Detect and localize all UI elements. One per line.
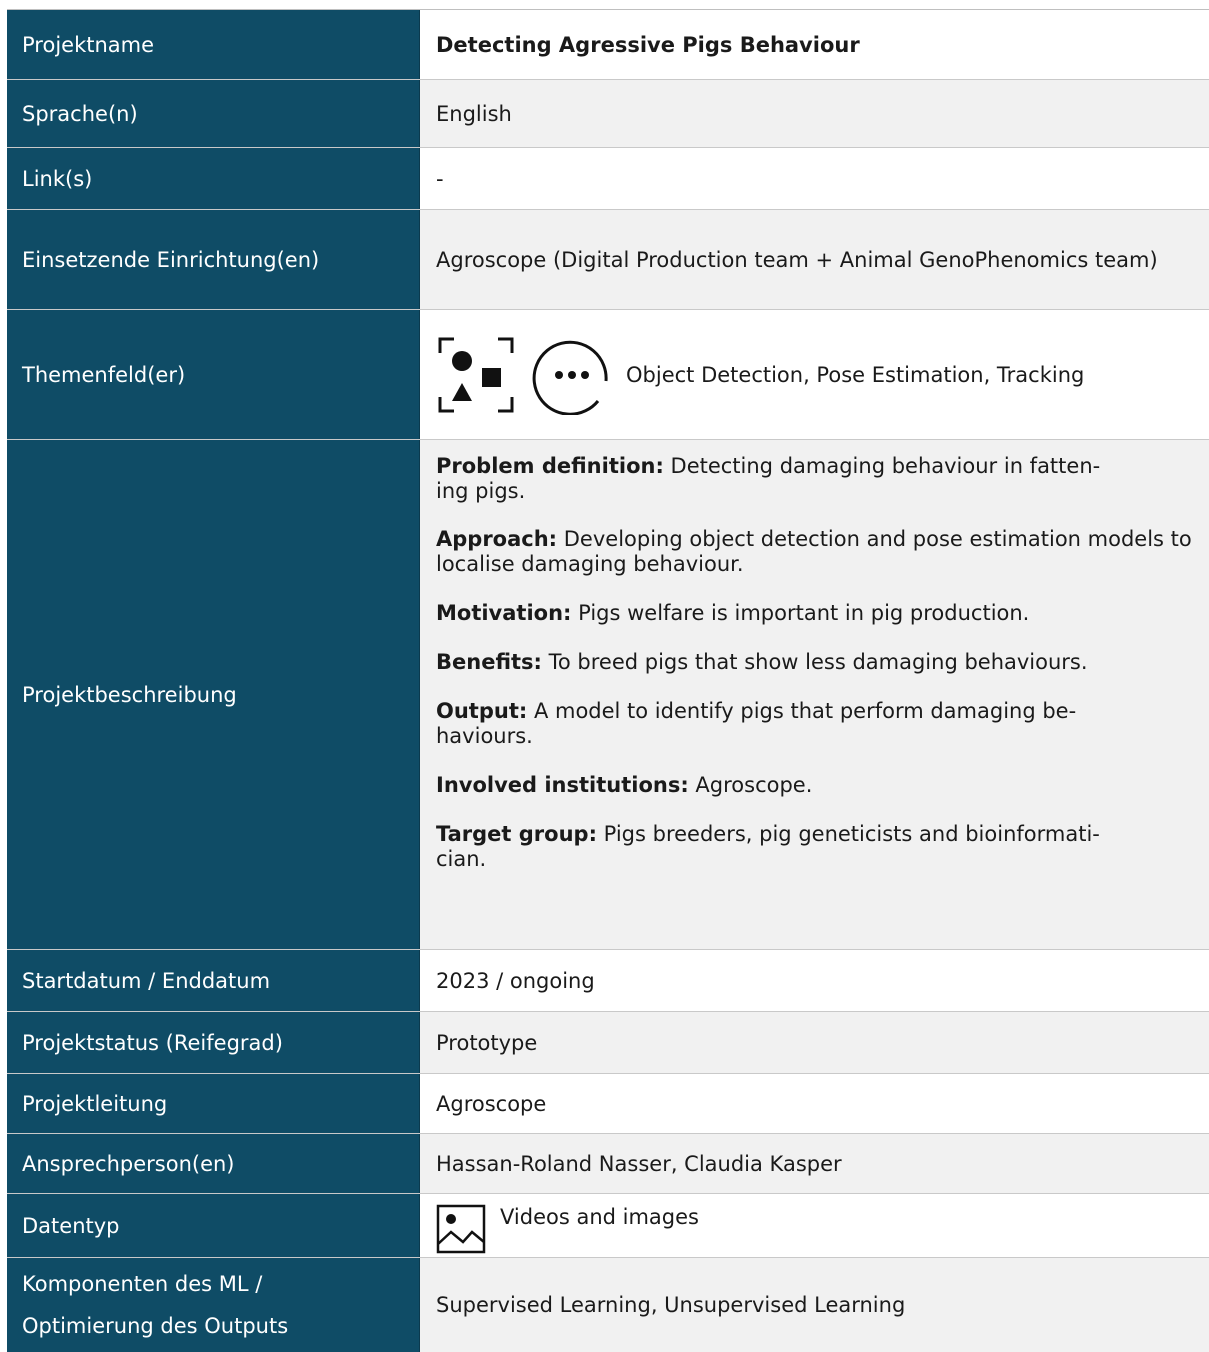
value-dates: 2023 / ongoing [420,950,1209,1011]
desc-institutions: Involved institutions: Agroscope. [436,773,813,797]
desc-target-group: Target group: Pigs breeders, pig genetic… [436,822,1100,871]
desc-benefits: Benefits: To breed pigs that show less d… [436,650,1088,674]
row-ml-components: Komponenten des ML / Optimierung des Out… [7,1258,1209,1352]
desc-problem: Problem definition: Detecting damaging b… [436,454,1101,503]
row-topics: Themenfeld(er) Object Detection, Pose Es… [7,310,1209,440]
label-institution: Einsetzende Einrichtung(en) [7,210,420,309]
label-project-name: Projektname [7,10,420,79]
value-description: Problem definition: Detecting damaging b… [420,440,1209,949]
value-datatype: Videos and images [420,1194,1209,1257]
label-description: Projektbeschreibung [7,440,420,949]
label-status: Projektstatus (Reifegrad) [7,1012,420,1073]
label-dates: Startdatum / Enddatum [7,950,420,1011]
label-lead: Projektleitung [7,1074,420,1133]
value-lead: Agroscope [420,1074,1209,1133]
value-topics: Object Detection, Pose Estimation, Track… [420,310,1209,439]
value-contacts: Hassan-Roland Nasser, Claudia Kasper [420,1134,1209,1193]
label-links: Link(s) [7,148,420,209]
label-contacts: Ansprechperson(en) [7,1134,420,1193]
desc-approach: Approach: Developing object detection an… [436,527,1192,576]
object-detection-icon [436,335,516,415]
value-project-name: Detecting Agressive Pigs Behaviour [420,10,1209,79]
value-ml-components: Supervised Learning, Unsupervised Learni… [420,1258,1209,1352]
row-links: Link(s) - [7,148,1209,210]
row-languages: Sprache(n) English [7,80,1209,148]
row-status: Projektstatus (Reifegrad) Prototype [7,1012,1209,1074]
row-lead: Projektleitung Agroscope [7,1074,1209,1134]
topics-text: Object Detection, Pose Estimation, Track… [626,362,1085,387]
value-status: Prototype [420,1012,1209,1073]
label-datatype: Datentyp [7,1194,420,1257]
image-icon [436,1204,500,1260]
row-project-name: Projektname Detecting Agressive Pigs Beh… [7,10,1209,80]
label-ml-components: Komponenten des ML / Optimierung des Out… [7,1258,420,1352]
row-institution: Einsetzende Einrichtung(en) Agroscope (D… [7,210,1209,310]
label-topics: Themenfeld(er) [7,310,420,439]
project-profile-table: Projektname Detecting Agressive Pigs Beh… [7,9,1209,1352]
desc-motivation: Motivation: Pigs welfare is important in… [436,601,1030,625]
row-datatype: Datentyp Videos and images [7,1194,1209,1258]
datatype-text: Videos and images [500,1205,699,1229]
value-institution: Agroscope (Digital Production team + Ani… [420,210,1209,309]
label-ml-line2: Optimierung des Outputs [22,1314,289,1338]
label-languages: Sprache(n) [7,80,420,147]
row-contacts: Ansprechperson(en) Hassan-Roland Nasser,… [7,1134,1209,1194]
desc-output: Output: A model to identify pigs that pe… [436,699,1077,748]
value-languages: English [420,80,1209,147]
more-options-icon [532,335,612,415]
label-ml-line1: Komponenten des ML / [22,1272,263,1296]
row-dates: Startdatum / Enddatum 2023 / ongoing [7,950,1209,1012]
value-links: - [420,148,1209,209]
row-description: Projektbeschreibung Problem definition: … [7,440,1209,950]
